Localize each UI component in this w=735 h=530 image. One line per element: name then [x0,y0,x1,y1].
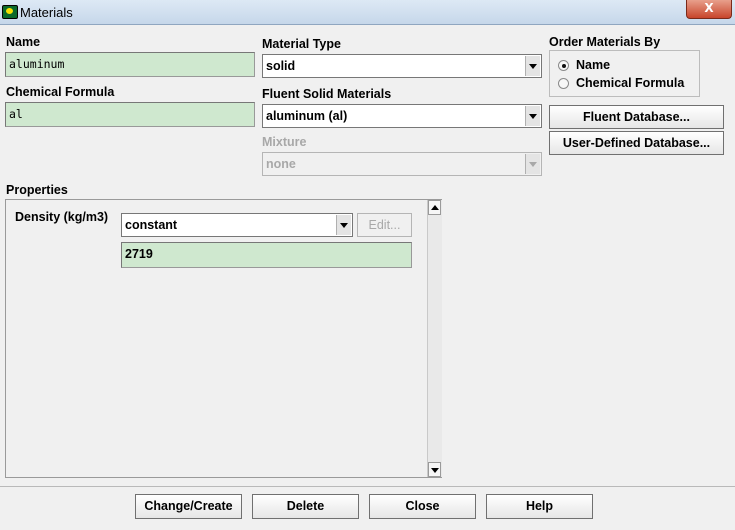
user-defined-database-button[interactable]: User-Defined Database... [549,131,724,155]
close-button[interactable]: Close [369,494,476,519]
close-window-button[interactable]: X [686,0,732,19]
properties-scrollbar[interactable] [427,200,442,477]
radio-order-chemical-formula-label[interactable]: Chemical Formula [576,76,684,90]
chevron-down-icon [525,154,540,174]
chevron-down-icon[interactable] [336,215,351,235]
change-create-button[interactable]: Change/Create [135,494,242,519]
density-value-field[interactable]: 2719 [121,242,412,268]
name-label: Name [6,35,41,49]
window-title: Materials [20,5,73,20]
radio-order-chemical-formula[interactable] [558,78,569,89]
name-field[interactable]: aluminum [5,52,255,77]
properties-panel [5,199,442,478]
app-icon-dot [6,8,13,14]
radio-order-name[interactable] [558,60,569,71]
chemical-formula-label: Chemical Formula [6,85,115,99]
fluent-solid-materials-value: aluminum (al) [266,109,348,123]
material-type-label: Material Type [262,37,341,51]
help-button[interactable]: Help [486,494,593,519]
chevron-down-icon[interactable] [525,56,540,76]
order-by-label: Order Materials By [549,35,661,49]
density-label: Density (kg/m3) [15,210,109,224]
properties-label: Properties [6,183,68,197]
chevron-down-icon[interactable] [525,106,540,126]
scroll-up-icon[interactable] [428,200,441,215]
fluent-solid-materials-label: Fluent Solid Materials [262,87,392,101]
title-bar[interactable] [0,0,735,25]
mixture-value: none [266,157,296,171]
mixture-label: Mixture [262,135,307,149]
fluent-solid-materials-dropdown[interactable]: aluminum (al) [262,104,542,128]
fluent-database-button[interactable]: Fluent Database... [549,105,724,129]
mixture-dropdown: none [262,152,542,176]
density-method-dropdown[interactable]: constant [121,213,353,237]
density-edit-button: Edit... [357,213,412,237]
density-method-value: constant [125,218,178,232]
radio-order-name-label[interactable]: Name [576,58,610,72]
scroll-down-icon[interactable] [428,462,441,477]
footer-divider [0,486,735,487]
delete-button[interactable]: Delete [252,494,359,519]
material-type-dropdown[interactable]: solid [262,54,542,78]
material-type-value: solid [266,59,296,73]
chemical-formula-field[interactable]: al [5,102,255,127]
